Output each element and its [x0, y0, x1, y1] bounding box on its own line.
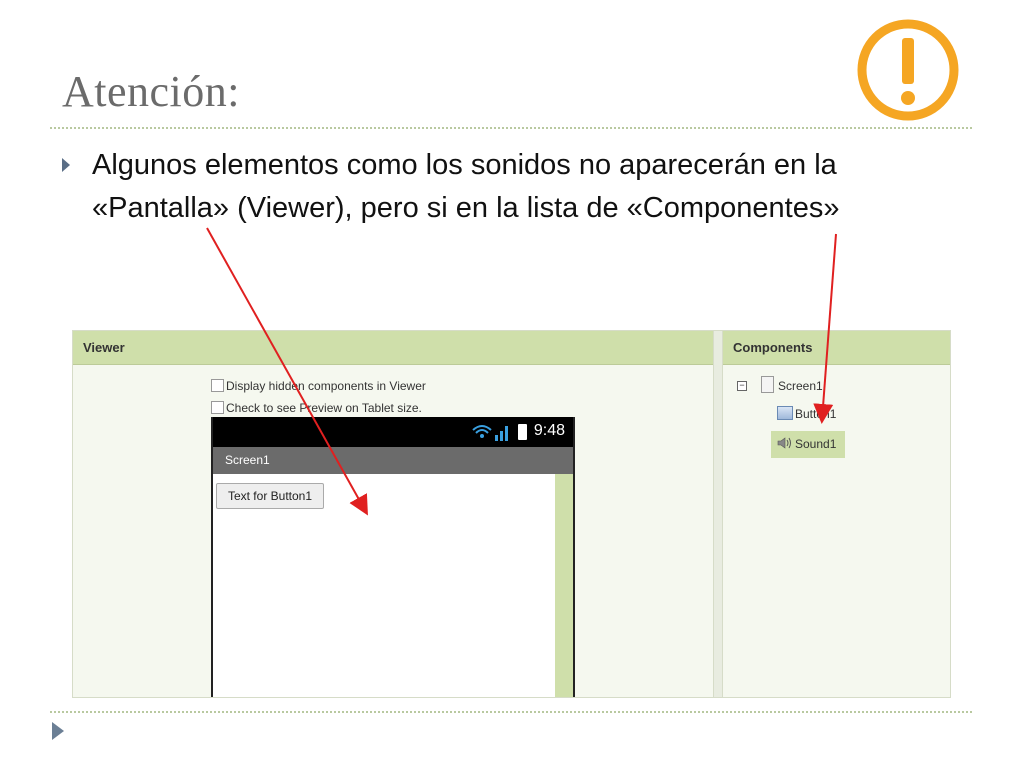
viewer-panel: Viewer Display hidden components in View… [73, 331, 713, 697]
components-panel: Components − Screen1 Button1 Sound1 [723, 331, 950, 697]
bullet-line-1: Algunos elementos como los sonidos no ap… [92, 149, 837, 181]
tree-item-screen1[interactable]: Screen1 [761, 376, 823, 393]
bullet-arrow-icon [62, 158, 70, 172]
screen-icon [761, 376, 774, 393]
status-time: 9:48 [533, 422, 565, 439]
tree-item-button1[interactable]: Button1 [777, 406, 836, 421]
phone-preview: 9:48 Screen1 Text for Button1 [211, 417, 575, 697]
tablet-preview-checkbox[interactable] [211, 401, 224, 414]
text-for-button1-button[interactable]: Text for Button1 [216, 483, 324, 509]
warning-icon [857, 19, 959, 121]
signal-icon [472, 425, 508, 441]
top-divider [50, 127, 972, 129]
tree-item-sound1[interactable]: Sound1 [777, 436, 836, 451]
display-hidden-label: Display hidden components in Viewer [226, 379, 426, 393]
slide-corner-arrow-icon [52, 722, 64, 740]
panel-splitter[interactable] [713, 331, 723, 697]
app-inventor-screenshot: Viewer Display hidden components in View… [72, 330, 951, 698]
bullet-text: Algunos elementos como los sonidos no ap… [92, 144, 972, 230]
components-header: Components [723, 331, 950, 365]
phone-screen-title: Screen1 [213, 447, 573, 474]
bottom-divider [50, 711, 972, 713]
tablet-preview-row[interactable]: Check to see Preview on Tablet size. [211, 401, 422, 415]
slide-title: Atención: [62, 67, 241, 116]
display-hidden-checkbox[interactable] [211, 379, 224, 392]
tree-label-sound1: Sound1 [795, 437, 837, 451]
phone-scrollbar[interactable] [555, 474, 573, 697]
tablet-preview-label: Check to see Preview on Tablet size. [226, 401, 422, 415]
button-icon [777, 406, 793, 420]
sound-icon [777, 437, 791, 449]
bullet-line-2: «Pantalla» (Viewer), pero si en la lista… [92, 192, 840, 224]
display-hidden-row[interactable]: Display hidden components in Viewer [211, 379, 426, 393]
battery-icon [518, 424, 527, 440]
tree-label-screen1: Screen1 [778, 379, 823, 393]
tree-label-button1: Button1 [795, 407, 837, 421]
collapse-toggle-icon[interactable]: − [737, 381, 747, 391]
viewer-header: Viewer [73, 331, 713, 365]
phone-status-bar: 9:48 [213, 417, 573, 447]
